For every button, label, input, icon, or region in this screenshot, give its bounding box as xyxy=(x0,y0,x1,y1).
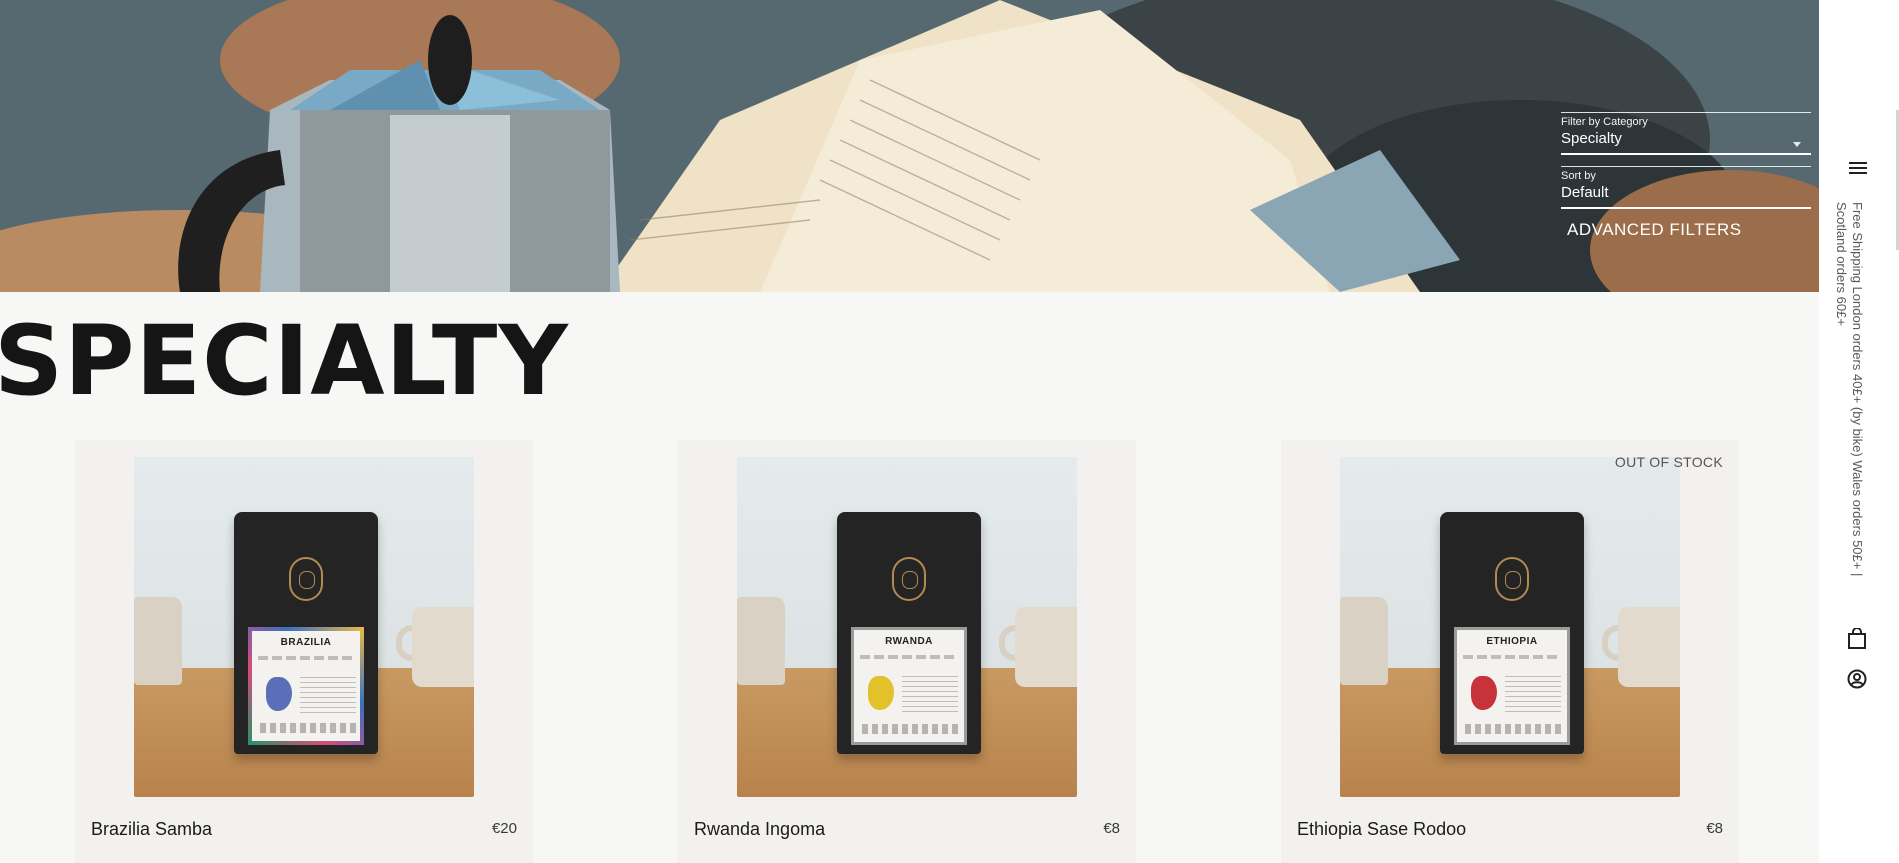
category-filter-select[interactable]: Filter by Category Specialty xyxy=(1561,112,1811,155)
product-image: BRAZILIA xyxy=(134,457,474,797)
sort-select[interactable]: Sort by Default xyxy=(1561,166,1811,209)
product-image: ETHIOPIA xyxy=(1340,457,1680,797)
map-icon xyxy=(868,676,894,710)
shipping-info-text: Free Shipping London orders 40£+ (by bik… xyxy=(1834,202,1865,577)
sort-label: Sort by xyxy=(1561,170,1596,182)
hamburger-menu-icon[interactable] xyxy=(1849,162,1867,176)
out-of-stock-badge: OUT OF STOCK xyxy=(1614,454,1723,470)
product-price: €20 xyxy=(491,820,517,837)
bag-label-text: ETHIOPIA xyxy=(1486,636,1538,647)
sort-value: Default xyxy=(1561,184,1609,201)
product-card[interactable]: BRAZILIA Brazilia Samba €20 xyxy=(75,440,533,863)
chevron-down-icon xyxy=(1793,142,1801,147)
coffee-bag-image: RWANDA xyxy=(837,512,981,754)
page-title: SPECIALTY xyxy=(0,305,569,417)
advanced-filters-button[interactable]: ADVANCED FILTERS xyxy=(1567,220,1811,240)
map-icon xyxy=(266,677,292,711)
brand-logo-icon xyxy=(1495,557,1529,601)
product-name[interactable]: Ethiopia Sase Rodoo xyxy=(1297,819,1466,840)
category-filter-label: Filter by Category xyxy=(1561,116,1648,128)
hero-banner: Filter by Category Specialty Sort by Def… xyxy=(0,0,1819,292)
product-name[interactable]: Rwanda Ingoma xyxy=(694,819,825,840)
product-card[interactable]: RWANDA Rwanda Ingoma €8 xyxy=(678,440,1136,863)
hero-image xyxy=(0,0,1819,292)
coffee-bag-image: ETHIOPIA xyxy=(1440,512,1584,754)
product-price: €8 xyxy=(1103,820,1120,837)
filter-panel: Filter by Category Specialty Sort by Def… xyxy=(1561,112,1811,240)
product-card[interactable]: ETHIOPIA OUT OF STOCK Ethiopia Sase Rodo… xyxy=(1281,440,1739,863)
category-filter-value: Specialty xyxy=(1561,130,1622,147)
map-icon xyxy=(1471,676,1497,710)
shopping-bag-icon[interactable] xyxy=(1847,627,1867,655)
brand-logo-icon xyxy=(892,557,926,601)
product-price: €8 xyxy=(1706,820,1723,837)
bag-label-text: BRAZILIA xyxy=(280,637,332,648)
product-image: RWANDA xyxy=(737,457,1077,797)
coffee-bag-image: BRAZILIA xyxy=(234,512,378,754)
bag-label-text: RWANDA xyxy=(885,636,933,647)
brand-logo-icon xyxy=(289,557,323,601)
account-icon[interactable] xyxy=(1847,669,1867,694)
product-name[interactable]: Brazilia Samba xyxy=(91,819,212,840)
